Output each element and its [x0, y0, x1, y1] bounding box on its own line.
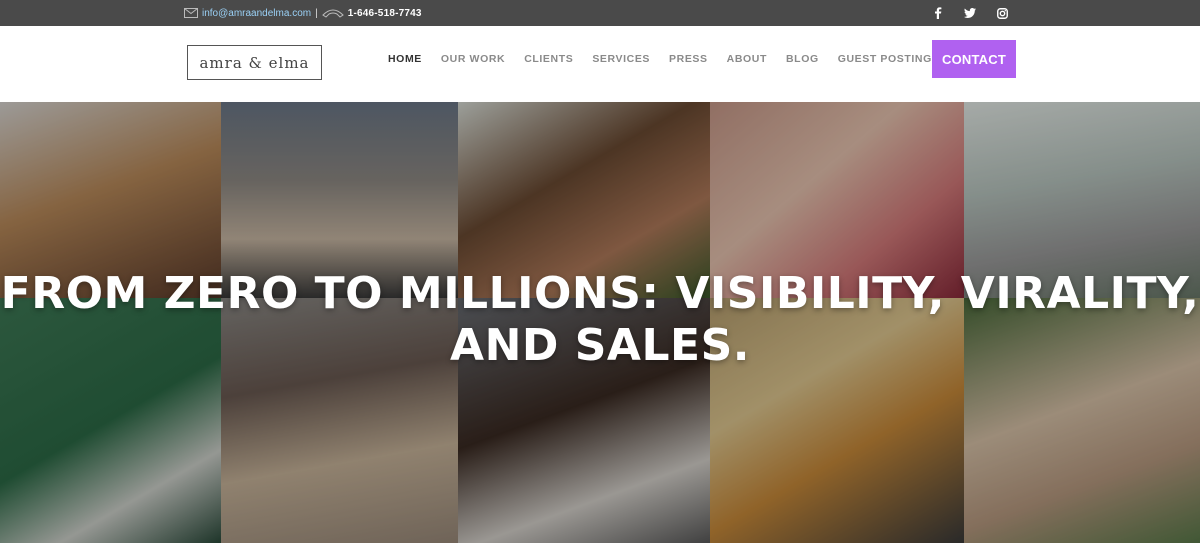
- twitter-icon[interactable]: [960, 3, 980, 23]
- mail-icon: [184, 8, 198, 18]
- email-link[interactable]: info@amraandelma.com: [202, 8, 311, 19]
- nav-guest-posting[interactable]: GUEST POSTING: [838, 53, 932, 65]
- logo[interactable]: amra & elma: [187, 45, 322, 80]
- hero-title-line-2: AND SALES.: [450, 320, 750, 371]
- contact-button[interactable]: CONTACT: [932, 40, 1016, 78]
- facebook-icon[interactable]: [928, 3, 948, 23]
- nav-press[interactable]: PRESS: [669, 53, 708, 65]
- nav-our-work[interactable]: OUR WORK: [441, 53, 505, 65]
- nav-clients[interactable]: CLIENTS: [524, 53, 573, 65]
- top-info-bar: info@amraandelma.com | 1-646-518-7743: [0, 0, 1200, 26]
- site-header: amra & elma HOME OUR WORK CLIENTS SERVIC…: [0, 26, 1200, 102]
- hero-title-line-1: FROM ZERO TO MILLIONS: VISIBILITY, VIRAL…: [0, 268, 1200, 319]
- nav-home[interactable]: HOME: [388, 53, 422, 65]
- nav-about[interactable]: ABOUT: [727, 53, 767, 65]
- phone-number[interactable]: 1-646-518-7743: [348, 8, 422, 19]
- main-nav: HOME OUR WORK CLIENTS SERVICES PRESS ABO…: [388, 52, 951, 66]
- hero-title: FROM ZERO TO MILLIONS: VISIBILITY, VIRAL…: [0, 268, 1200, 372]
- nav-services[interactable]: SERVICES: [592, 53, 650, 65]
- nav-blog[interactable]: BLOG: [786, 53, 819, 65]
- instagram-icon[interactable]: [992, 3, 1012, 23]
- phone-icon: [321, 9, 344, 18]
- contact-info: info@amraandelma.com | 1-646-518-7743: [184, 0, 422, 26]
- separator: |: [315, 7, 318, 19]
- social-links: [928, 0, 1024, 26]
- hero-section: FROM ZERO TO MILLIONS: VISIBILITY, VIRAL…: [0, 102, 1200, 543]
